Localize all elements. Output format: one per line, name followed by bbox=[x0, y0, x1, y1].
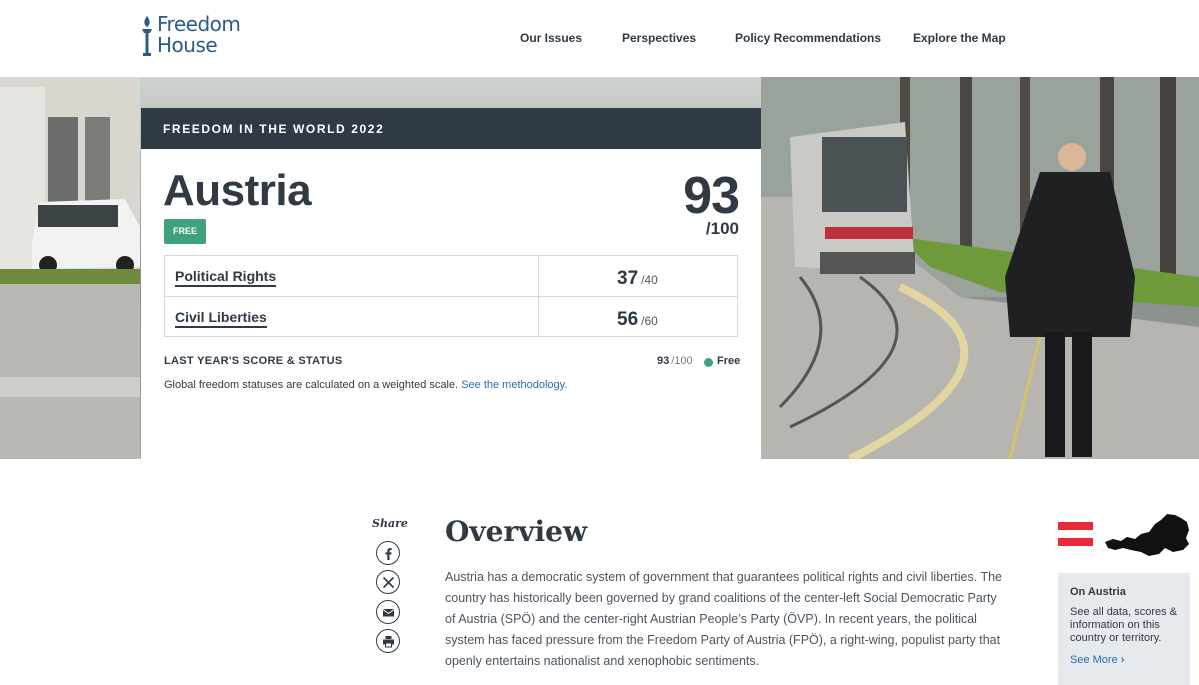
political-rights-link[interactable]: Political Rights bbox=[175, 268, 277, 287]
nav-our-issues[interactable]: Our Issues bbox=[520, 31, 582, 45]
methodology-note: Global freedom statuses are calculated o… bbox=[164, 379, 568, 391]
column-divider bbox=[538, 297, 539, 336]
total-score-max: /100 bbox=[705, 219, 739, 238]
overview-heading: Overview bbox=[445, 515, 588, 548]
last-year-score: 93/100 bbox=[657, 355, 693, 367]
print-icon bbox=[382, 635, 394, 647]
status-badge: FREE bbox=[164, 219, 206, 244]
column-divider bbox=[538, 256, 539, 296]
score-breakdown-table: Political Rights 37/40 Civil Liberties 5… bbox=[164, 255, 738, 337]
on-country-description: See all data, scores & information on th… bbox=[1070, 606, 1178, 644]
chevron-right-icon: › bbox=[1120, 654, 1125, 666]
political-rights-score: 37/40 bbox=[617, 268, 658, 289]
last-year-status: Free bbox=[717, 355, 741, 367]
on-country-title: On Austria bbox=[1070, 586, 1126, 598]
facebook-icon bbox=[385, 547, 392, 560]
civil-liberties-link[interactable]: Civil Liberties bbox=[175, 309, 267, 328]
card-heading: FREEDOM IN THE WORLD 2022 bbox=[141, 108, 761, 149]
table-row: Civil Liberties 56/60 bbox=[165, 296, 737, 336]
total-score: 93 bbox=[683, 167, 740, 225]
x-share-button[interactable] bbox=[376, 570, 400, 594]
site-header: Freedom House Our Issues Perspectives Po… bbox=[0, 0, 1199, 77]
free-status-dot bbox=[704, 358, 713, 367]
score-card: FREEDOM IN THE WORLD 2022 Austria FREE 9… bbox=[141, 108, 761, 460]
share-label: Share bbox=[372, 517, 408, 530]
nav-explore-the-map[interactable]: Explore the Map bbox=[913, 31, 1006, 45]
main-nav: Our Issues Perspectives Policy Recommend… bbox=[0, 31, 1199, 49]
overview-text: Austria has a democratic system of gover… bbox=[445, 570, 1002, 668]
last-year-label: LAST YEAR'S SCORE & STATUS bbox=[164, 355, 343, 367]
on-country-panel: On Austria See all data, scores & inform… bbox=[1058, 573, 1190, 685]
country-name: Austria bbox=[163, 166, 312, 215]
see-more-link[interactable]: See More › bbox=[1070, 654, 1180, 666]
facebook-share-button[interactable] bbox=[376, 541, 400, 565]
methodology-link[interactable]: See the methodology. bbox=[461, 379, 567, 391]
civil-liberties-score: 56/60 bbox=[617, 309, 658, 330]
nav-policy-recommendations[interactable]: Policy Recommendations bbox=[735, 31, 881, 45]
x-icon bbox=[382, 576, 394, 588]
table-row: Political Rights 37/40 bbox=[165, 256, 737, 296]
nav-perspectives[interactable]: Perspectives bbox=[622, 31, 696, 45]
email-icon bbox=[382, 608, 394, 616]
austria-flag-icon bbox=[1058, 522, 1093, 546]
print-button[interactable] bbox=[376, 629, 400, 653]
austria-map-icon bbox=[1105, 514, 1189, 556]
email-share-button[interactable] bbox=[376, 600, 400, 624]
